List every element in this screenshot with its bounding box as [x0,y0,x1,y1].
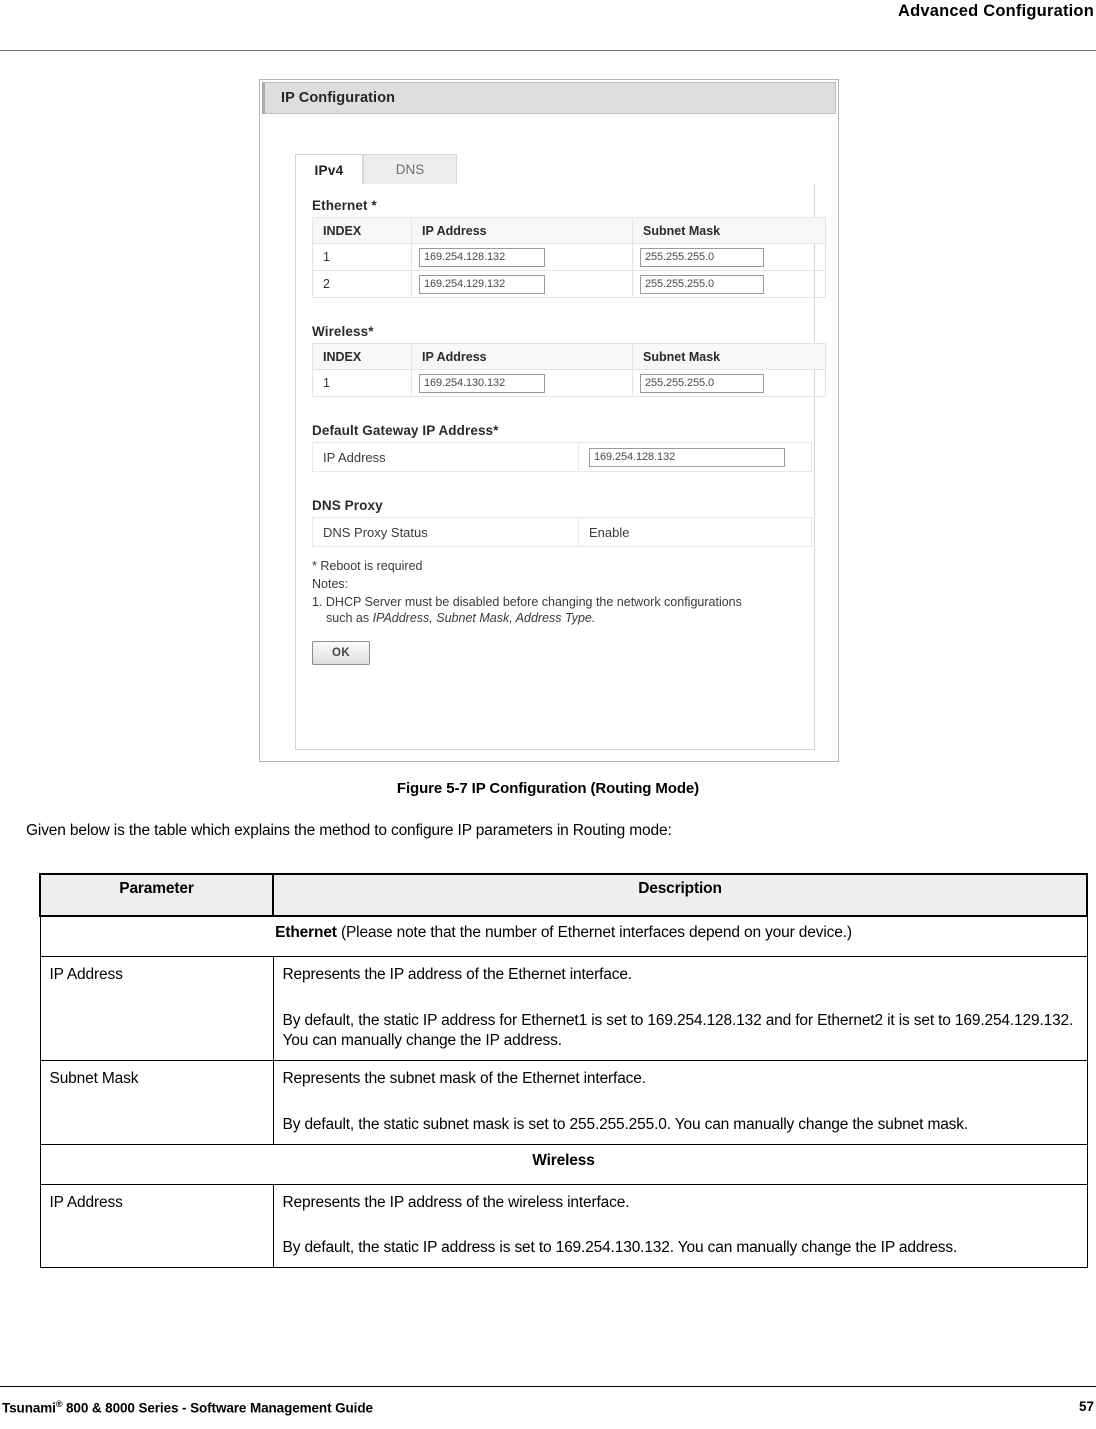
ethernet-ip-cell-1: 169.254.128.132 [411,243,633,271]
section-row-ethernet-bold: Ethernet [275,924,337,941]
wireless-section-label: Wireless* [312,324,374,339]
figure-caption: Figure 5-7 IP Configuration (Routing Mod… [396,780,700,797]
ethernet-table: INDEX IP Address Subnet Mask 1 169.254.1… [312,217,826,298]
column-header-subnet-mask: Subnet Mask [632,217,826,244]
section-row-wireless: Wireless [39,1144,1088,1185]
table-row: 1 169.254.128.132 255.255.255.0 [312,243,826,271]
column-header-description: Description [272,873,1088,917]
gateway-table: IP Address 169.254.128.132 [312,442,812,472]
section-row-ethernet: Ethernet (Please note that the number of… [39,915,1088,957]
table-row: Subnet Mask Represents the subnet mask o… [39,1060,1088,1145]
notes-title: Notes: [312,577,349,591]
dns-proxy-section-label: DNS Proxy [312,498,383,513]
gateway-section-label: Default Gateway IP Address* [312,423,499,438]
ethernet-index-2: 2 [312,270,412,298]
table-row: DNS Proxy Status Enable [312,517,812,547]
wireless-table: INDEX IP Address Subnet Mask 1 169.254.1… [312,343,826,397]
param-desc-0-p1: Represents the IP address of the Etherne… [282,966,633,983]
ip-configuration-panel: IP Configuration IPv4 DNS Ethernet * IND… [259,79,839,762]
parameter-table-wrapper: Parameter Description Ethernet (Please n… [39,873,1088,1268]
table-row: IP Address Represents the IP address of … [39,956,1088,1061]
param-name-0: IP Address [39,956,274,1061]
wireless-mask-input-1[interactable]: 255.255.255.0 [640,373,764,393]
ethernet-mask-input-2[interactable]: 255.255.255.0 [640,274,764,294]
footer-guide-prefix: Tsunami [2,1400,56,1416]
reboot-note: * Reboot is required [312,559,423,573]
ethernet-mask-cell-2: 255.255.255.0 [632,270,826,298]
tabstrip: IPv4 DNS [295,154,815,185]
param-desc-1-p2: By default, the static subnet mask is se… [282,1116,969,1133]
gateway-value-cell: 169.254.128.132 [578,442,812,472]
ethernet-mask-input-1[interactable]: 255.255.255.0 [640,247,764,267]
footer-guide-rest: 800 & 8000 Series - Software Management … [62,1400,373,1416]
param-name-1: Subnet Mask [39,1060,274,1145]
column-header-index: INDEX [312,343,412,370]
table-header-row: Parameter Description [39,873,1088,917]
notes-item-1-line2-italic: IPAddress, Subnet Mask, Address Type. [372,611,596,625]
wireless-ip-input-1[interactable]: 169.254.130.132 [419,373,545,393]
dns-proxy-status-label: DNS Proxy Status [312,517,579,547]
table-row: IP Address Represents the IP address of … [39,1184,1088,1268]
page-header-title: Advanced Configuration [898,2,1094,20]
panel-title: IP Configuration [281,90,396,106]
gateway-ip-input[interactable]: 169.254.128.132 [589,447,785,467]
column-header-ip-address: IP Address [411,343,633,370]
parameter-table: Parameter Description Ethernet (Please n… [39,873,1088,1268]
column-header-subnet-mask: Subnet Mask [632,343,826,370]
page-header: Advanced Configuration [0,0,1096,52]
ethernet-mask-cell-1: 255.255.255.0 [632,243,826,271]
section-row-ethernet-cell: Ethernet (Please note that the number of… [39,915,1088,957]
column-header-parameter: Parameter [39,873,274,917]
intro-paragraph: Given below is the table which explains … [26,822,672,839]
section-row-wireless-cell: Wireless [39,1144,1088,1185]
ethernet-ip-input-1[interactable]: 169.254.128.132 [419,247,545,267]
dns-proxy-status-value[interactable]: Enable [578,517,812,547]
table-row: 1 169.254.130.132 255.255.255.0 [312,369,826,397]
param-desc-2-p2: By default, the static IP address is set… [282,1239,958,1256]
notes-item-1-line1: 1. DHCP Server must be disabled before c… [312,595,742,609]
param-desc-2-p1: Represents the IP address of the wireles… [282,1194,630,1211]
param-desc-1: Represents the subnet mask of the Ethern… [272,1060,1088,1145]
table-header-row: INDEX IP Address Subnet Mask [312,343,826,370]
table-row: 2 169.254.129.132 255.255.255.0 [312,270,826,298]
column-header-index: INDEX [312,217,412,244]
tab-panel-ipv4: Ethernet * INDEX IP Address Subnet Mask … [295,184,826,750]
table-header-row: INDEX IP Address Subnet Mask [312,217,826,244]
section-row-wireless-bold: Wireless [532,1152,595,1169]
param-name-2: IP Address [39,1184,274,1268]
param-desc-0-p2: By default, the static IP address for Et… [282,1012,1074,1049]
table-row: IP Address 169.254.128.132 [312,442,812,472]
ethernet-index-1: 1 [312,243,412,271]
ethernet-section-label: Ethernet * [312,198,377,213]
notes-item-1-line2-prefix: such as [326,611,373,625]
wireless-mask-cell-1: 255.255.255.0 [632,369,826,397]
header-divider [0,50,1096,51]
wireless-ip-cell-1: 169.254.130.132 [411,369,633,397]
section-row-ethernet-rest: (Please note that the number of Ethernet… [336,924,852,941]
tab-dns[interactable]: DNS [363,154,457,185]
gateway-label: IP Address [312,442,579,472]
column-header-ip-address: IP Address [411,217,633,244]
ok-button[interactable]: OK [312,641,370,665]
footer-page-number: 57 [1078,1399,1094,1414]
ethernet-ip-input-2[interactable]: 169.254.129.132 [419,274,545,294]
param-desc-2: Represents the IP address of the wireles… [272,1184,1088,1268]
footer-guide-title: Tsunami® 800 & 8000 Series - Software Ma… [2,1399,373,1416]
dns-proxy-table: DNS Proxy Status Enable [312,517,812,547]
param-desc-0: Represents the IP address of the Etherne… [272,956,1088,1061]
wireless-index-1: 1 [312,369,412,397]
param-desc-1-p1: Represents the subnet mask of the Ethern… [282,1070,647,1087]
figure-screenshot: IP Configuration IPv4 DNS Ethernet * IND… [259,79,839,762]
notes-item-1-line2: such as IPAddress, Subnet Mask, Address … [312,610,807,626]
panel-titlebar: IP Configuration [262,82,836,114]
ethernet-ip-cell-2: 169.254.129.132 [411,270,633,298]
notes-item-1: 1. DHCP Server must be disabled before c… [312,594,807,626]
tab-ipv4[interactable]: IPv4 [295,154,363,185]
footer-divider [0,1386,1096,1387]
